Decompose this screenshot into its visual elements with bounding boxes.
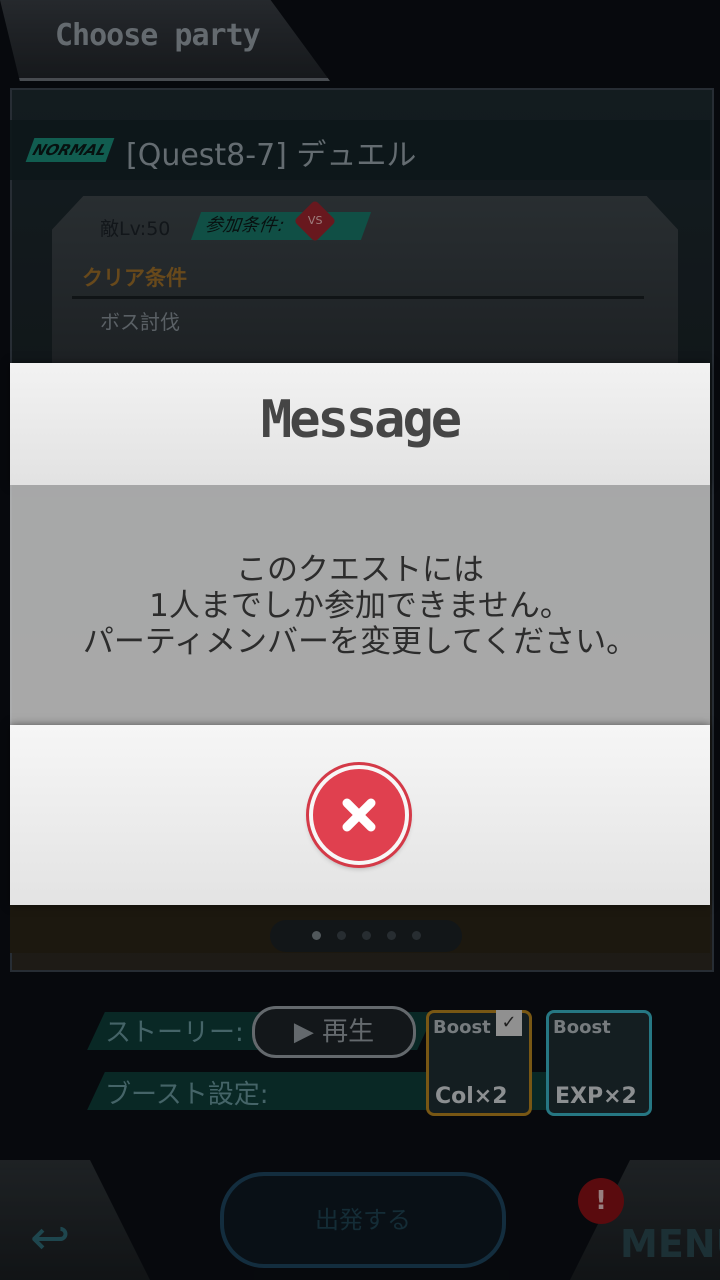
message-line: パーティメンバーを変更してください。 (82, 624, 638, 660)
message-line: 1人までしか参加できません。 (149, 588, 571, 624)
modal-title: Message (260, 390, 462, 450)
message-line: このクエストには (236, 552, 484, 588)
close-icon (342, 798, 376, 832)
close-button[interactable] (309, 765, 409, 865)
modal-message: このクエストには 1人までしか参加できません。 パーティメンバーを変更してくださ… (10, 552, 710, 660)
